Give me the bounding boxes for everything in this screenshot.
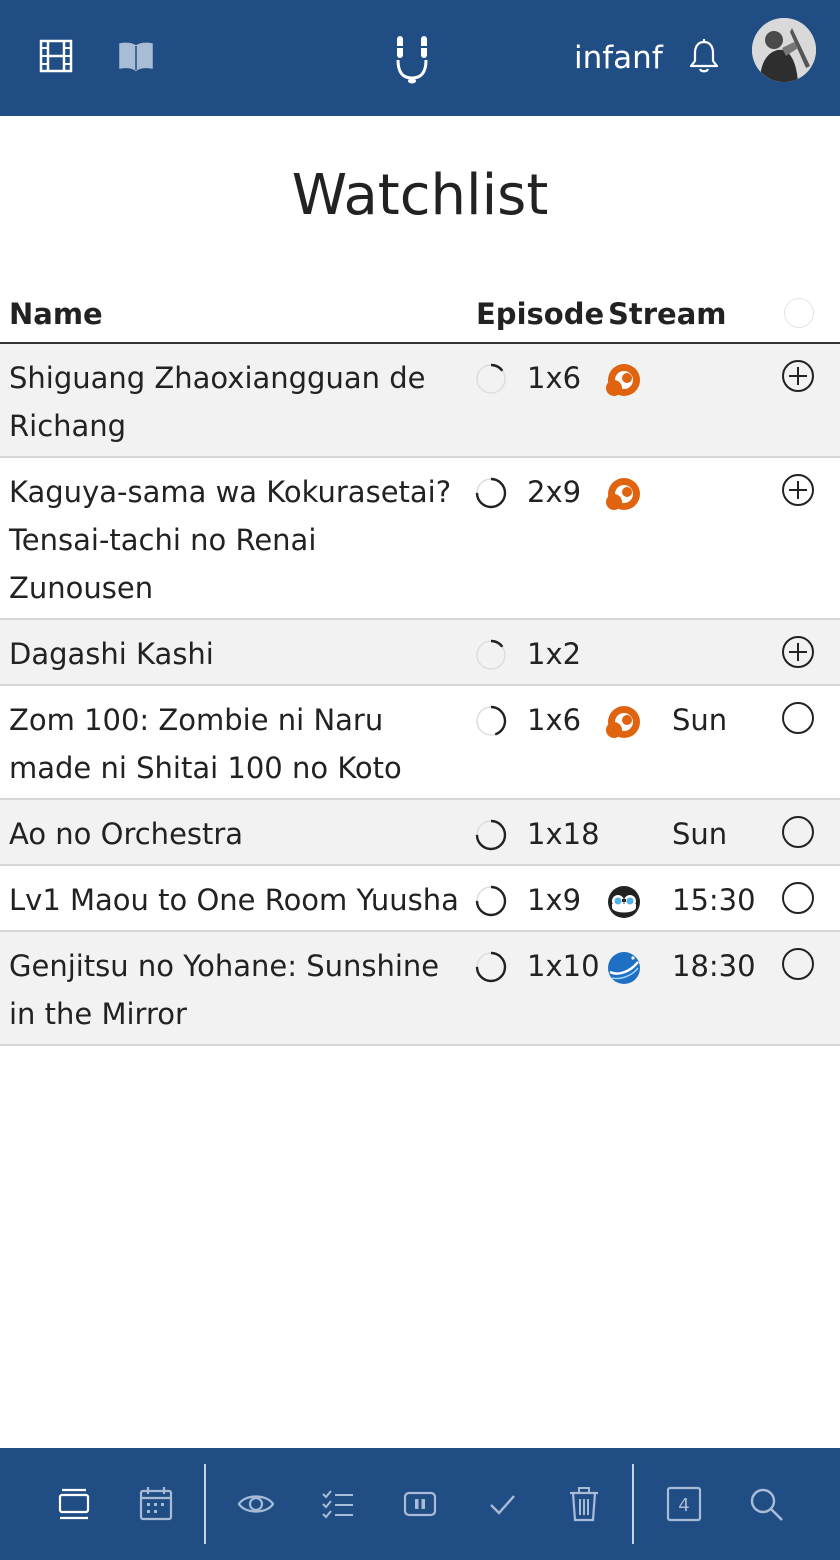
dropped-icon[interactable]: [564, 1484, 604, 1524]
crunchyroll-icon[interactable]: [606, 362, 642, 398]
toolbar-divider: [632, 1464, 634, 1544]
table-header: Name Episode Stream: [0, 286, 840, 344]
bell-icon[interactable]: [688, 38, 720, 74]
toolbar-divider: [204, 1464, 206, 1544]
season-number: 4: [678, 1495, 689, 1516]
progress-ring-icon: [475, 639, 507, 671]
episode-label: 1x10: [527, 949, 600, 983]
top-bar: infanf: [0, 0, 840, 116]
username-label[interactable]: infanf: [574, 36, 663, 80]
table-row[interactable]: Lv1 Maou to One Room Yuusha 1x9 15:30: [0, 866, 840, 932]
column-header-episode[interactable]: Episode: [476, 294, 604, 334]
progress-ring-icon: [475, 705, 507, 737]
season-icon[interactable]: 4: [664, 1484, 704, 1524]
film-icon[interactable]: [38, 38, 74, 74]
show-name[interactable]: Genjitsu no Yohane: Sunshine in the Mirr…: [9, 942, 464, 1038]
table-row[interactable]: Shiguang Zhaoxiangguan de Richang 1x6: [0, 344, 840, 458]
add-icon[interactable]: [780, 634, 816, 670]
episode-label: 1x9: [527, 883, 582, 917]
hidive-icon[interactable]: [606, 884, 642, 920]
logo-icon[interactable]: [394, 34, 430, 86]
show-name[interactable]: Kaguya-sama wa Kokurasetai? Tensai-tachi…: [9, 468, 464, 612]
episode-label: 1x2: [527, 637, 582, 671]
calendar-icon[interactable]: [136, 1484, 176, 1524]
progress-ring-icon: [475, 477, 507, 509]
watchlist-table: Shiguang Zhaoxiangguan de Richang 1x6 Ka…: [0, 344, 840, 1046]
circle-icon[interactable]: [780, 814, 816, 850]
bottom-toolbar: 4: [0, 1448, 840, 1560]
progress-ring-icon: [475, 363, 507, 395]
show-name[interactable]: Dagashi Kashi: [9, 630, 464, 678]
episode-label: 2x9: [527, 475, 582, 509]
progress-ring-icon: [475, 819, 507, 851]
planet-icon[interactable]: [606, 950, 642, 986]
page-title: Watchlist: [291, 163, 549, 228]
completed-icon[interactable]: [482, 1484, 522, 1524]
watchlist-icon[interactable]: [54, 1484, 94, 1524]
paused-icon[interactable]: [400, 1484, 440, 1524]
table-row[interactable]: Ao no Orchestra 1x18 Sun: [0, 800, 840, 866]
airing-label: 18:30: [672, 949, 756, 983]
select-all-circle-icon[interactable]: [784, 298, 814, 328]
table-row[interactable]: Kaguya-sama wa Kokurasetai? Tensai-tachi…: [0, 458, 840, 620]
airing-label: Sun: [672, 817, 728, 851]
show-name[interactable]: Lv1 Maou to One Room Yuusha: [9, 876, 464, 924]
circle-icon[interactable]: [780, 880, 816, 916]
episode-label: 1x18: [527, 817, 600, 851]
add-icon[interactable]: [780, 472, 816, 508]
circle-icon[interactable]: [780, 700, 816, 736]
plan-to-watch-icon[interactable]: [318, 1484, 358, 1524]
show-name[interactable]: Ao no Orchestra: [9, 810, 464, 858]
crunchyroll-icon[interactable]: [606, 704, 642, 740]
column-header-name[interactable]: Name: [9, 294, 103, 334]
show-name[interactable]: Zom 100: Zombie ni Naru made ni Shitai 1…: [9, 696, 464, 792]
search-icon[interactable]: [746, 1484, 786, 1524]
airing-label: Sun: [672, 703, 728, 737]
table-row[interactable]: Dagashi Kashi 1x2: [0, 620, 840, 686]
show-name[interactable]: Shiguang Zhaoxiangguan de Richang: [9, 354, 464, 450]
table-row[interactable]: Zom 100: Zombie ni Naru made ni Shitai 1…: [0, 686, 840, 800]
avatar[interactable]: [752, 18, 816, 82]
add-icon[interactable]: [780, 358, 816, 394]
crunchyroll-icon[interactable]: [606, 476, 642, 512]
book-icon[interactable]: [118, 40, 154, 72]
table-row[interactable]: Genjitsu no Yohane: Sunshine in the Mirr…: [0, 932, 840, 1046]
episode-label: 1x6: [527, 703, 582, 737]
circle-icon[interactable]: [780, 946, 816, 982]
column-header-stream[interactable]: Stream: [608, 294, 727, 334]
watching-icon[interactable]: [236, 1484, 276, 1524]
progress-ring-icon: [475, 885, 507, 917]
episode-label: 1x6: [527, 361, 582, 395]
progress-ring-icon: [475, 951, 507, 983]
airing-label: 15:30: [672, 883, 756, 917]
